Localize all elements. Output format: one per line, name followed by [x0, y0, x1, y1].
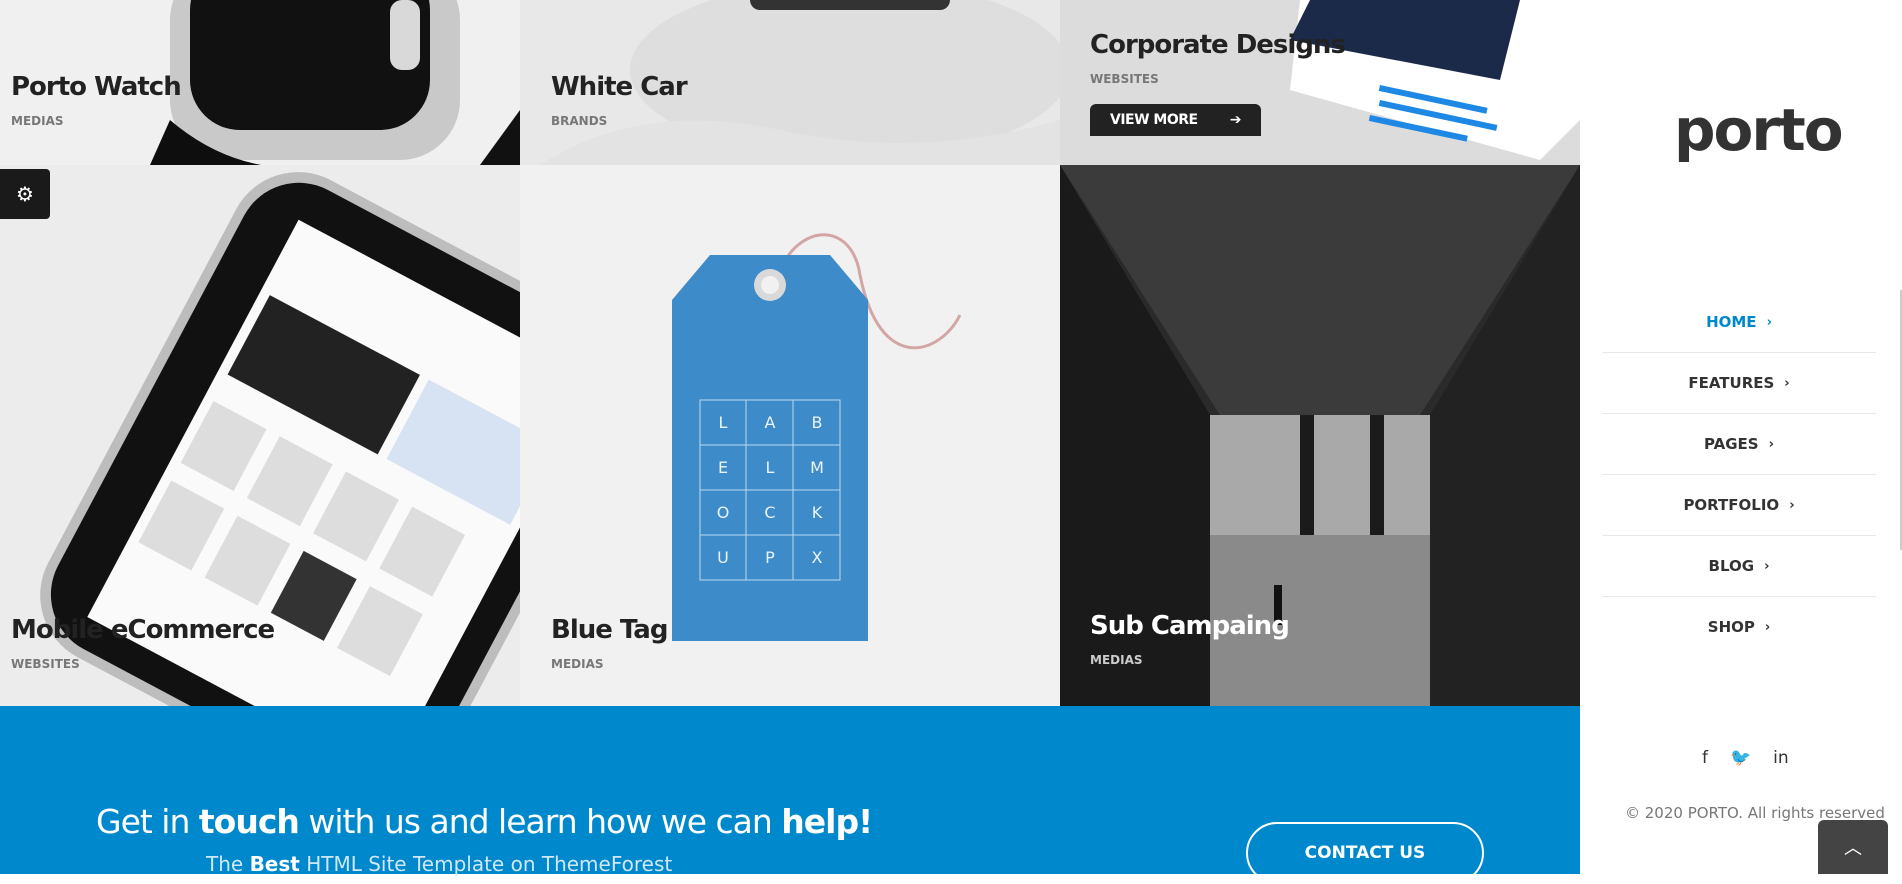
nav-item-features[interactable]: FEATURES › [1602, 353, 1876, 414]
nav-item-blog[interactable]: BLOG › [1602, 536, 1876, 597]
tag-letter: A [765, 413, 776, 432]
nav-label: FEATURES [1688, 374, 1775, 392]
cta-section: Get in touch with us and learn how we ca… [0, 706, 1580, 884]
chevron-right-icon: › [1768, 436, 1774, 452]
twitter-icon[interactable]: 🐦 [1730, 748, 1751, 768]
portfolio-item-blue-tag[interactable]: L A B E L M O C K U P X Blue Tag MEDIAS [520, 165, 1060, 706]
back-to-top-button[interactable]: ︿ [1818, 820, 1888, 874]
item-title: Corporate Designs [1090, 30, 1346, 60]
item-category: MEDIAS [1090, 653, 1143, 667]
tag-letter: X [812, 548, 823, 567]
chevron-right-icon: › [1784, 375, 1790, 391]
linkedin-icon[interactable]: in [1773, 748, 1789, 768]
portfolio-item-porto-watch[interactable]: Porto Watch MEDIAS [0, 0, 520, 165]
tag-letter: P [765, 548, 775, 567]
portfolio-item-mobile-ecommerce[interactable]: Mobile eCommerce WEBSITES [0, 165, 520, 706]
cta-heading-bold: help! [781, 802, 873, 841]
item-category: MEDIAS [11, 114, 64, 128]
nav-label: PAGES [1704, 435, 1759, 453]
nav-label: HOME [1706, 313, 1757, 331]
chevron-up-icon: ︿ [1844, 838, 1862, 859]
nav-label: SHOP [1707, 618, 1755, 636]
cta-heading-bold: touch [198, 802, 300, 841]
contact-us-button[interactable]: CONTACT US [1246, 822, 1484, 884]
tag-letter: E [718, 458, 728, 477]
item-category: BRANDS [551, 114, 608, 128]
tag-letter: K [812, 503, 823, 522]
nav-item-pages[interactable]: PAGES › [1602, 414, 1876, 475]
view-more-button[interactable]: VIEW MORE ➔ [1090, 104, 1261, 136]
arrow-right-icon: ➔ [1229, 112, 1242, 128]
facebook-icon[interactable]: f [1702, 748, 1708, 768]
portfolio-item-white-car[interactable]: White Car BRANDS [520, 0, 1060, 165]
tag-letter: C [764, 503, 775, 522]
item-title: Sub Campaing [1090, 611, 1290, 641]
item-category: WEBSITES [1090, 72, 1159, 86]
tag-letter: L [719, 413, 728, 432]
nav-item-home[interactable]: HOME › [1602, 292, 1876, 353]
logo[interactable]: porto [1674, 96, 1844, 164]
tag-letter: B [812, 413, 823, 432]
chevron-right-icon: › [1764, 619, 1771, 635]
item-title: Mobile eCommerce [11, 615, 275, 645]
portfolio-item-sub-campaing[interactable]: Sub Campaing MEDIAS [1060, 165, 1580, 706]
social-links: f 🐦 in [1702, 748, 1789, 768]
item-title: White Car [551, 72, 688, 102]
cta-sub-bold: Best [249, 852, 300, 876]
cta-heading-part: with us and learn how we can [298, 802, 782, 841]
cta-sub-part: The [206, 852, 250, 876]
nav-item-portfolio[interactable]: PORTFOLIO › [1602, 475, 1876, 536]
item-category: MEDIAS [551, 657, 604, 671]
item-category: WEBSITES [11, 657, 80, 671]
settings-gear-button[interactable]: ⚙ [0, 169, 50, 219]
nav-label: BLOG [1708, 557, 1755, 575]
tag-letter: M [810, 458, 824, 477]
tag-letter: L [766, 458, 775, 477]
sidebar: porto HOME › FEATURES › PAGES › PORTFOLIO › … [1580, 0, 1902, 874]
chevron-right-icon: › [1766, 314, 1772, 330]
cta-sub-part: HTML Site Template on ThemeForest [299, 852, 673, 876]
chevron-right-icon: › [1789, 497, 1795, 513]
chevron-right-icon: › [1764, 558, 1770, 574]
portfolio-grid: Porto Watch MEDIAS White Car BRANDS Corp… [0, 0, 1580, 706]
tag-letter: U [717, 548, 729, 567]
portfolio-item-corporate-designs[interactable]: Corporate Designs WEBSITES [1060, 0, 1580, 165]
cta-heading: Get in touch with us and learn how we ca… [96, 802, 873, 841]
view-more-label: VIEW MORE [1110, 112, 1198, 128]
nav-item-shop[interactable]: SHOP › [1602, 597, 1876, 657]
nav-label: PORTFOLIO [1683, 496, 1780, 514]
cta-heading-part: Get in [96, 802, 199, 841]
item-title: Blue Tag [551, 615, 668, 645]
gears-icon: ⚙ [16, 182, 34, 206]
tag-letter: O [717, 503, 730, 522]
main-nav: HOME › FEATURES › PAGES › PORTFOLIO › BLOG › … [1602, 292, 1876, 657]
item-title: Porto Watch [11, 72, 182, 102]
cta-subheading: The Best HTML Site Template on ThemeFore… [206, 852, 672, 876]
